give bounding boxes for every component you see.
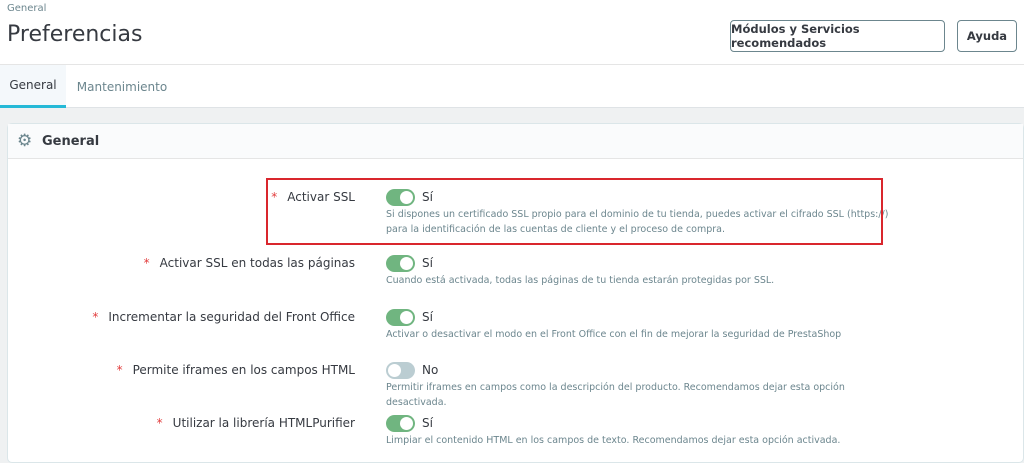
recommended-modules-button[interactable]: Módulos y Servicios recomendados: [730, 20, 945, 52]
page-header: General Preferencias Módulos y Servicios…: [0, 0, 1024, 65]
required-mark: *: [143, 256, 150, 270]
gear-icon: ⚙: [17, 131, 33, 151]
required-mark: *: [116, 363, 123, 377]
setting-label-text: Incrementar la seguridad del Front Offic…: [108, 310, 355, 324]
breadcrumb[interactable]: General: [7, 3, 46, 14]
toggle-value: Sí: [422, 256, 433, 270]
setting-label: * Activar SSL en todas las páginas: [144, 256, 355, 270]
help-text: Limpiar el contenido HTML en los campos …: [386, 435, 841, 446]
toggle-switch[interactable]: [386, 309, 415, 326]
tab-maintenance[interactable]: Mantenimiento: [66, 65, 178, 108]
required-mark: *: [156, 416, 163, 430]
setting-label-text: Activar SSL en todas las páginas: [159, 256, 355, 270]
panel-title: General: [42, 133, 100, 149]
tab-bar: General Mantenimiento: [0, 65, 1024, 108]
highlight-box: [266, 178, 883, 245]
toggle-switch[interactable]: [386, 415, 415, 432]
setting-label: * Utilizar la librería HTMLPurifier: [157, 416, 355, 430]
help-button[interactable]: Ayuda: [957, 20, 1017, 52]
help-text: Cuando está activada, todas las páginas …: [386, 275, 775, 286]
setting-label: * Incrementar la seguridad del Front Offi…: [92, 310, 355, 324]
page-title: Preferencias: [7, 22, 143, 47]
setting-label: * Permite iframes en los campos HTML: [117, 363, 355, 377]
required-mark: *: [92, 310, 99, 324]
help-text: Activar o desactivar el modo en el Front…: [386, 329, 842, 340]
general-panel: ⚙ General * Activar SSL Sí Si dispones un…: [7, 123, 1024, 463]
toggle-switch[interactable]: [386, 255, 415, 272]
toggle-value: Sí: [422, 416, 433, 430]
toggle-value: No: [422, 363, 439, 377]
tab-general[interactable]: General: [0, 65, 66, 108]
help-text: Permitir iframes en campos como la descr…: [386, 382, 845, 408]
setting-label-text: Permite iframes en los campos HTML: [132, 363, 355, 377]
setting-label-text: Utilizar la librería HTMLPurifier: [172, 416, 355, 430]
panel-header: ⚙ General: [8, 124, 1023, 159]
toggle-value: Sí: [422, 310, 433, 324]
toggle-switch[interactable]: [386, 362, 415, 379]
